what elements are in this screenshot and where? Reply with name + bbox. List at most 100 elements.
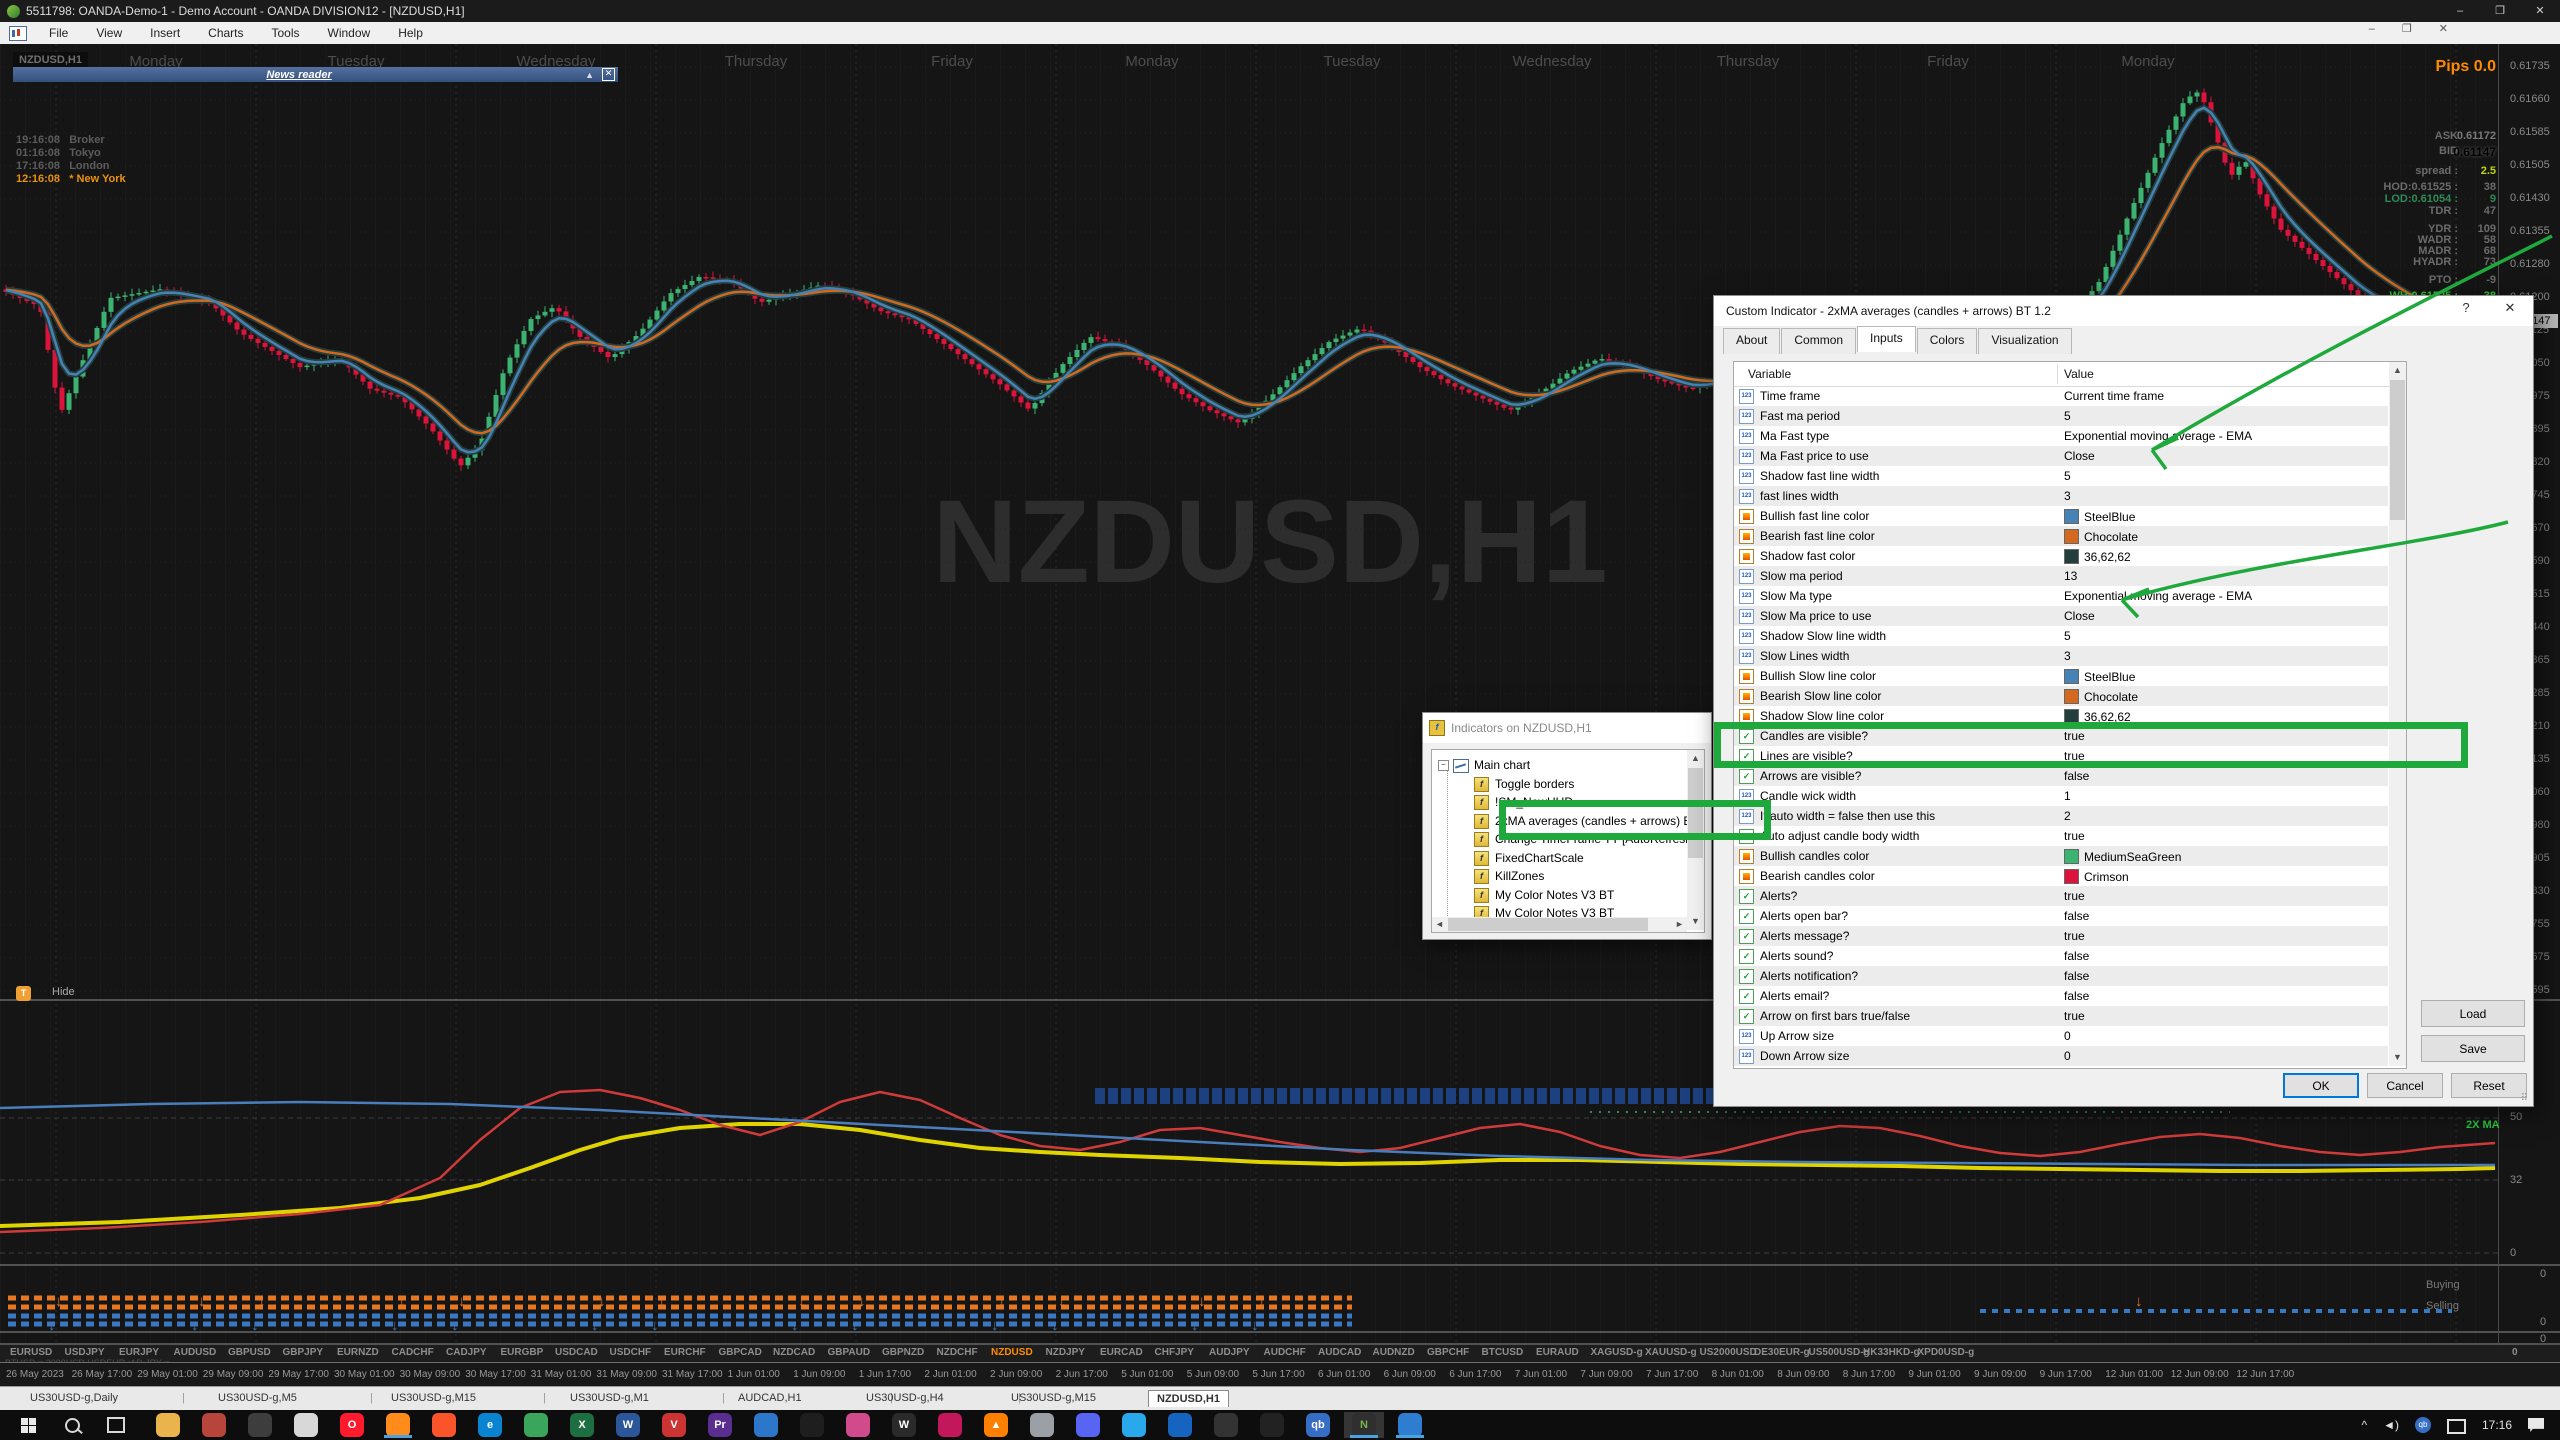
menu-item-tools[interactable]: Tools <box>258 22 314 44</box>
input-row[interactable]: ✓Alerts message?true <box>1734 926 2388 946</box>
word-icon[interactable]: W <box>608 1412 648 1438</box>
input-row[interactable]: 123Fast ma period5 <box>1734 406 2388 426</box>
ticker-symbol-xauusd-g[interactable]: XAUUSD-g <box>1645 1347 1697 1358</box>
save-button[interactable]: Save <box>2421 1035 2525 1062</box>
notes-app-icon[interactable] <box>286 1412 326 1438</box>
input-row[interactable]: ✓Arrow on first bars true/falsetrue <box>1734 1006 2388 1026</box>
input-value[interactable]: Crimson <box>2064 869 2129 884</box>
dark-app-icon[interactable]: W <box>884 1412 924 1438</box>
ok-button[interactable]: OK <box>2283 1073 2359 1098</box>
input-row[interactable]: ✓Alerts notification?false <box>1734 966 2388 986</box>
menu-item-file[interactable]: File <box>35 22 82 44</box>
input-row[interactable]: 123Slow Ma typeExponential moving averag… <box>1734 586 2388 606</box>
input-row[interactable]: 123If auto width = false then use this2 <box>1734 806 2388 826</box>
input-value[interactable]: 0 <box>2064 1029 2071 1043</box>
indicators-window[interactable]: f Indicators on NZDUSD,H1 −Main chartfTo… <box>1422 712 1712 940</box>
load-button[interactable]: Load <box>2421 1000 2525 1027</box>
input-row[interactable]: Bearish fast line colorChocolate <box>1734 526 2388 546</box>
minimize-button[interactable]: – <box>2440 0 2480 22</box>
indicator-tree-item[interactable]: fToggle borders <box>1474 777 1574 792</box>
photos-app-icon[interactable] <box>194 1412 234 1438</box>
brave-icon[interactable] <box>424 1412 464 1438</box>
input-value[interactable]: 5 <box>2064 409 2071 423</box>
ticker-symbol-gbpaud[interactable]: GBPAUD <box>828 1347 871 1358</box>
ticker-symbol-eurchf[interactable]: EURCHF <box>664 1347 706 1358</box>
input-row[interactable]: Bullish Slow line colorSteelBlue <box>1734 666 2388 686</box>
calculator-icon[interactable] <box>240 1412 280 1438</box>
input-row[interactable]: 123Time frameCurrent time frame <box>1734 386 2388 406</box>
input-row[interactable]: 123Ma Fast price to useClose <box>1734 446 2388 466</box>
input-row[interactable]: 123Down Arrow size0 <box>1734 1046 2388 1066</box>
ticker-symbol-audnzd[interactable]: AUDNZD <box>1373 1347 1415 1358</box>
close-button[interactable]: ✕ <box>2520 0 2560 22</box>
telegram-icon[interactable] <box>1114 1412 1154 1438</box>
input-value[interactable]: 3 <box>2064 489 2071 503</box>
ticker-symbol-hk33hkd-g[interactable]: HK33HKD-g <box>1863 1347 1920 1358</box>
ticker-symbol-usdchf[interactable]: USDCHF <box>610 1347 652 1358</box>
chart-tab-audcad,h1[interactable]: AUDCAD,H1 <box>730 1390 810 1406</box>
chart-tab-us30usd-g,m15[interactable]: US30USD-g,M15 <box>1003 1390 1104 1406</box>
input-value[interactable]: Exponential moving average - EMA <box>2064 589 2252 603</box>
tray-chevron-icon[interactable]: ^ <box>2361 1418 2367 1432</box>
ticker-symbol-eurjpy[interactable]: EURJPY <box>119 1347 159 1358</box>
input-value[interactable]: 2 <box>2064 809 2071 823</box>
ticker-symbol-cadjpy[interactable]: CADJPY <box>446 1347 487 1358</box>
input-row[interactable]: 123Up Arrow size0 <box>1734 1026 2388 1046</box>
notification-center-icon[interactable] <box>2528 1418 2544 1432</box>
table-rows[interactable]: 123Time frameCurrent time frame123Fast m… <box>1734 386 2388 1068</box>
reset-button[interactable]: Reset <box>2451 1073 2527 1098</box>
chart-tab-us30usd-g,daily[interactable]: US30USD-g,Daily <box>22 1390 126 1406</box>
input-row[interactable]: ✓Arrows are visible?false <box>1734 766 2388 786</box>
close-icon[interactable]: ✕ <box>602 68 615 81</box>
input-value[interactable]: 36,62,62 <box>2064 549 2131 564</box>
plane-app-icon[interactable] <box>1022 1412 1062 1438</box>
cancel-button[interactable]: Cancel <box>2367 1073 2443 1098</box>
tab-inputs[interactable]: Inputs <box>1857 326 1916 352</box>
table-scrollbar[interactable]: ▲ ▼ <box>2389 362 2406 1066</box>
scroll-up-icon[interactable]: ▲ <box>2389 362 2406 379</box>
input-value[interactable]: true <box>2064 889 2085 903</box>
obs-icon[interactable] <box>792 1412 832 1438</box>
ticker-symbol-nzdchf[interactable]: NZDCHF <box>937 1347 978 1358</box>
maximize-button[interactable]: ❐ <box>2480 0 2520 22</box>
input-row[interactable]: ✓Alerts email?false <box>1734 986 2388 1006</box>
indicator-tree-item[interactable]: fFixedChartScale <box>1474 851 1584 866</box>
input-value[interactable]: false <box>2064 909 2089 923</box>
tab-visualization[interactable]: Visualization <box>1978 328 2071 354</box>
input-row[interactable]: 123Ma Fast typeExponential moving averag… <box>1734 426 2388 446</box>
taskbar[interactable]: OeXWVPrW▲qbN ^ ◄) qb 17:16 <box>0 1410 2560 1440</box>
edge-icon[interactable]: e <box>470 1412 510 1438</box>
indicators-window-titlebar[interactable]: f Indicators on NZDUSD,H1 <box>1423 713 1711 743</box>
dialog-titlebar[interactable]: Custom Indicator - 2xMA averages (candle… <box>1714 296 2533 326</box>
ticker-symbol-gbpnzd[interactable]: GBPNZD <box>882 1347 924 1358</box>
files-app-icon[interactable] <box>1390 1412 1430 1438</box>
ticker-symbol-nzdusd[interactable]: NZDUSD <box>991 1347 1033 1358</box>
qbittorrent-tray-icon[interactable]: qb <box>2415 1417 2431 1433</box>
ticker-symbol-xagusd-g[interactable]: XAGUSD-g <box>1591 1347 1643 1358</box>
vlc-icon[interactable]: ▲ <box>976 1412 1016 1438</box>
tiles-app-icon[interactable] <box>838 1412 878 1438</box>
input-row[interactable]: Shadow fast color36,62,62 <box>1734 546 2388 566</box>
input-value[interactable]: 5 <box>2064 469 2071 483</box>
input-value[interactable]: false <box>2064 969 2089 983</box>
indicator-tree-item[interactable]: fChange TimeFrame TT [AutoRefresh] <box>1474 832 1695 847</box>
ticker-symbol-nzdcad[interactable]: NZDCAD <box>773 1347 815 1358</box>
input-value[interactable]: false <box>2064 769 2089 783</box>
file-explorer-icon[interactable] <box>148 1412 188 1438</box>
ticker-symbol-us500usd-g[interactable]: US500USD-g <box>1809 1347 1870 1358</box>
firefox-icon[interactable] <box>378 1412 418 1438</box>
network-icon[interactable] <box>2447 1419 2466 1434</box>
input-value[interactable]: true <box>2064 929 2085 943</box>
tab-common[interactable]: Common <box>1781 328 1856 354</box>
input-value[interactable]: true <box>2064 749 2085 763</box>
discord-icon[interactable] <box>1068 1412 1108 1438</box>
collapse-icon[interactable]: ▲ <box>585 70 594 80</box>
close-icon[interactable]: ✕ <box>2495 300 2525 316</box>
custom-indicator-dialog[interactable]: Custom Indicator - 2xMA averages (candle… <box>1713 295 2534 1107</box>
ticker-symbol-euraud[interactable]: EURAUD <box>1536 1347 1579 1358</box>
input-row[interactable]: Bearish candles colorCrimson <box>1734 866 2388 886</box>
ticker-symbol-eurnzd[interactable]: EURNZD <box>337 1347 379 1358</box>
ticker-symbol-audcad[interactable]: AUDCAD <box>1318 1347 1361 1358</box>
chart-tab-us30usd-g,m5[interactable]: US30USD-g,M5 <box>210 1390 305 1406</box>
input-row[interactable]: 123Shadow fast line width5 <box>1734 466 2388 486</box>
